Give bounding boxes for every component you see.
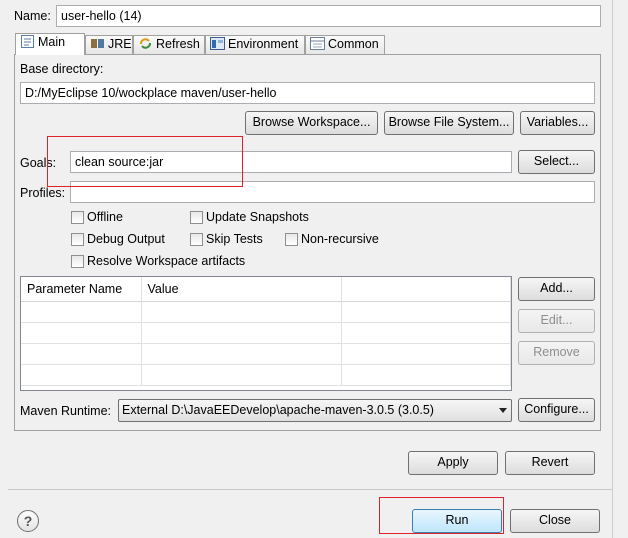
value-column-header[interactable]: Value <box>141 277 342 302</box>
resolve-workspace-checkbox[interactable] <box>71 255 84 268</box>
tab-common-label: Common <box>328 37 379 51</box>
browse-workspace-button[interactable]: Browse Workspace... <box>245 111 378 135</box>
update-snapshots-label: Update Snapshots <box>206 210 309 224</box>
tab-environment[interactable]: Environment <box>205 35 305 54</box>
browse-file-system-button[interactable]: Browse File System... <box>384 111 514 135</box>
goals-highlight-box <box>47 136 243 187</box>
remove-parameter-button[interactable]: Remove <box>518 341 595 365</box>
tab-jre[interactable]: JRE <box>85 35 133 54</box>
table-row <box>21 364 511 386</box>
maven-runtime-label: Maven Runtime: <box>20 404 112 418</box>
debug-output-label: Debug Output <box>87 232 165 246</box>
tab-environment-label: Environment <box>228 37 299 51</box>
resolve-workspace-label: Resolve Workspace artifacts <box>87 254 246 268</box>
footer-separator <box>8 489 612 490</box>
name-field[interactable]: user-hello (14) <box>56 5 601 27</box>
select-goals-button[interactable]: Select... <box>518 150 595 174</box>
maven-runtime-value: External D:\JavaEEDevelop\apache-maven-3… <box>122 403 434 417</box>
skip-tests-label: Skip Tests <box>206 232 263 246</box>
common-icon <box>310 37 325 50</box>
table-row <box>21 343 511 365</box>
tab-refresh[interactable]: Refresh <box>133 35 205 54</box>
profiles-label: Profiles: <box>20 186 66 200</box>
apply-button[interactable]: Apply <box>408 451 498 475</box>
non-recursive-checkbox[interactable] <box>285 233 298 246</box>
configure-button[interactable]: Configure... <box>518 398 595 422</box>
help-glyph: ? <box>23 513 33 529</box>
revert-button[interactable]: Revert <box>505 451 595 475</box>
add-parameter-button[interactable]: Add... <box>518 277 595 301</box>
tab-jre-label: JRE <box>108 37 132 51</box>
tab-refresh-label: Refresh <box>156 37 200 51</box>
name-label: Name: <box>14 9 51 23</box>
non-recursive-label: Non-recursive <box>301 232 379 246</box>
environment-icon <box>210 37 225 50</box>
jre-icon <box>90 37 105 50</box>
main-tab-icon <box>20 35 35 48</box>
tab-main[interactable]: Main <box>15 33 85 55</box>
base-directory-label: Base directory: <box>20 62 104 76</box>
parameters-table[interactable]: Parameter Name Value <box>20 276 512 391</box>
run-highlight-box <box>379 497 504 534</box>
edit-parameter-button[interactable]: Edit... <box>518 309 595 333</box>
skip-tests-checkbox[interactable] <box>190 233 203 246</box>
offline-checkbox[interactable] <box>71 211 84 224</box>
table-row <box>21 301 511 323</box>
refresh-icon <box>138 37 153 50</box>
filler-column-header <box>341 277 511 302</box>
chevron-down-icon <box>499 408 507 413</box>
maven-runtime-select[interactable]: External D:\JavaEEDevelop\apache-maven-3… <box>118 399 512 422</box>
base-directory-field[interactable]: D:/MyEclipse 10/wockplace maven/user-hel… <box>20 82 595 104</box>
offline-label: Offline <box>87 210 123 224</box>
variables-button[interactable]: Variables... <box>520 111 595 135</box>
window-right-edge <box>612 0 628 538</box>
update-snapshots-checkbox[interactable] <box>190 211 203 224</box>
debug-output-checkbox[interactable] <box>71 233 84 246</box>
tab-main-label: Main <box>38 35 66 49</box>
parameter-name-column-header[interactable]: Parameter Name <box>21 277 142 302</box>
close-button[interactable]: Close <box>510 509 600 533</box>
table-row <box>21 322 511 344</box>
tab-common[interactable]: Common <box>305 35 385 54</box>
help-icon[interactable]: ? <box>17 510 39 532</box>
